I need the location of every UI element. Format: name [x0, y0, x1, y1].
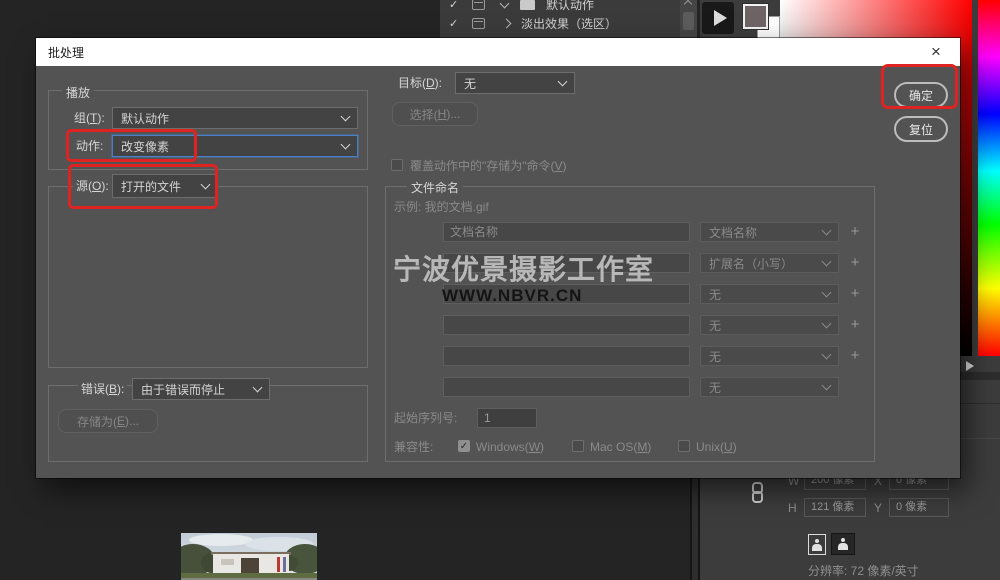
naming-part-input-4[interactable] [443, 315, 690, 335]
play-group-legend: 播放 [62, 84, 94, 101]
override-save-as-label: 覆盖动作中的"存储为"命令(V) [410, 157, 567, 174]
action-label: 动作: [76, 135, 103, 157]
source-dropdown[interactable]: 打开的文件 [112, 174, 218, 198]
portrait-icon [812, 539, 822, 551]
foreground-color-swatch[interactable] [743, 4, 768, 29]
landscape-icon [838, 538, 848, 550]
macos-label: Mac OS(M) [590, 440, 651, 454]
add-naming-part-button[interactable]: + [848, 346, 862, 366]
document-canvas-image [181, 533, 317, 580]
play-action-button[interactable] [702, 2, 734, 34]
naming-part-dropdown-1[interactable]: 文档名称 [700, 222, 839, 242]
chevron-down-icon [341, 112, 351, 122]
naming-part-dropdown-3[interactable]: 无 [700, 284, 839, 304]
play-icon [714, 10, 727, 26]
action-set-dropdown[interactable]: 默认动作 [112, 107, 358, 129]
unix-label: Unix(U) [696, 440, 737, 454]
action-dropdown[interactable]: 改变像素 [112, 135, 358, 157]
windows-checkbox[interactable]: ✓ [458, 440, 470, 452]
choose-button[interactable]: 选择(H)... [392, 102, 478, 126]
naming-part-dropdown-5[interactable]: 无 [700, 346, 839, 366]
folder-icon [520, 0, 535, 10]
actions-panel: ✓ 默认动作 ✓ 淡出效果（选区） [440, 0, 697, 38]
serial-number-input[interactable] [477, 408, 537, 428]
naming-part-dropdown-6[interactable]: 无 [700, 377, 839, 397]
naming-part-input-1[interactable] [443, 222, 690, 242]
scrollbar-thumb[interactable] [683, 12, 694, 30]
height-field[interactable]: 121 像素 [804, 498, 866, 517]
naming-part-input-2[interactable] [443, 253, 690, 273]
serial-number-label: 起始序列号: [394, 408, 457, 428]
chevron-down-icon [201, 180, 211, 190]
file-naming-legend: 文件命名 [407, 179, 463, 196]
height-label: H [788, 499, 797, 518]
destination-label: 目标(D): [398, 72, 442, 94]
source-label: 源(O): [73, 174, 112, 198]
toggle-item-check-icon[interactable]: ✓ [449, 17, 461, 30]
naming-part-input-3[interactable] [443, 284, 690, 304]
naming-part-input-5[interactable] [443, 346, 690, 366]
action-name[interactable]: 淡出效果（选区） [521, 15, 617, 32]
y-label: Y [874, 499, 882, 518]
chevron-down-icon [341, 140, 351, 150]
chevron-down-icon [822, 319, 832, 329]
chevron-down-icon [253, 383, 263, 393]
file-naming-example: 示例: 我的文档.gif [394, 198, 489, 215]
reset-button[interactable]: 复位 [894, 116, 948, 142]
add-naming-part-button[interactable] [848, 377, 862, 397]
errors-dropdown[interactable]: 由于错误而停止 [132, 378, 270, 400]
landscape-orientation-button[interactable] [831, 533, 855, 555]
chevron-down-icon [822, 226, 832, 236]
hue-slider-marker[interactable] [966, 361, 974, 371]
chevron-down-icon [822, 381, 832, 391]
dialog-titlebar[interactable]: 批处理 × [36, 38, 960, 66]
link-dimensions-icon[interactable] [752, 482, 763, 503]
naming-part-dropdown-4[interactable]: 无 [700, 315, 839, 335]
action-set-name[interactable]: 默认动作 [546, 0, 594, 13]
add-naming-part-button[interactable]: + [848, 284, 862, 304]
play-groupbox [48, 90, 368, 170]
action-set-label: 组(T): [74, 107, 105, 129]
unix-checkbox[interactable] [678, 440, 690, 452]
chevron-down-icon [558, 77, 568, 87]
add-naming-part-button[interactable]: + [848, 253, 862, 273]
errors-label: 错误(B): [78, 378, 127, 400]
chevron-down-icon [822, 288, 832, 298]
hue-slider[interactable] [978, 0, 1000, 356]
action-row[interactable]: ✓ 淡出效果（选区） [440, 14, 680, 33]
chevron-right-icon[interactable] [502, 19, 512, 29]
toggle-item-check-icon[interactable]: ✓ [449, 0, 461, 11]
source-groupbox [48, 186, 368, 368]
action-set-row[interactable]: ✓ 默认动作 [440, 0, 680, 14]
chevron-down-icon[interactable] [500, 0, 510, 8]
naming-part-input-6[interactable] [443, 377, 690, 397]
add-naming-part-button[interactable]: + [848, 222, 862, 242]
destination-dropdown[interactable]: 无 [455, 72, 575, 94]
dialog-title: 批处理 [48, 44, 84, 61]
compatibility-label: 兼容性: [394, 440, 433, 454]
ok-button[interactable]: 确定 [894, 82, 948, 108]
portrait-orientation-button[interactable] [808, 534, 826, 555]
chevron-down-icon [822, 350, 832, 360]
close-icon[interactable]: × [922, 38, 950, 66]
macos-checkbox[interactable] [572, 440, 584, 452]
resolution-readout: 分辨率: 72 像素/英寸 [808, 562, 919, 579]
windows-label: Windows(W) [476, 440, 544, 454]
override-save-as-checkbox[interactable] [391, 159, 403, 171]
chevron-down-icon [822, 257, 832, 267]
naming-part-dropdown-2[interactable]: 扩展名（小写） [700, 253, 839, 273]
actions-scrollbar[interactable] [680, 0, 697, 38]
scroll-up-icon[interactable] [684, 0, 692, 8]
add-naming-part-button[interactable]: + [848, 315, 862, 335]
dialog-toggle-icon[interactable] [472, 0, 485, 10]
y-field[interactable]: 0 像素 [889, 498, 949, 517]
save-as-button[interactable]: 存储为(E)... [58, 409, 158, 433]
dialog-toggle-icon[interactable] [472, 18, 485, 29]
panel-edge [690, 478, 700, 580]
batch-dialog: 批处理 × 播放 组(T): 默认动作 动作: 改变像素 源(O): 打开的文件… [36, 38, 960, 478]
